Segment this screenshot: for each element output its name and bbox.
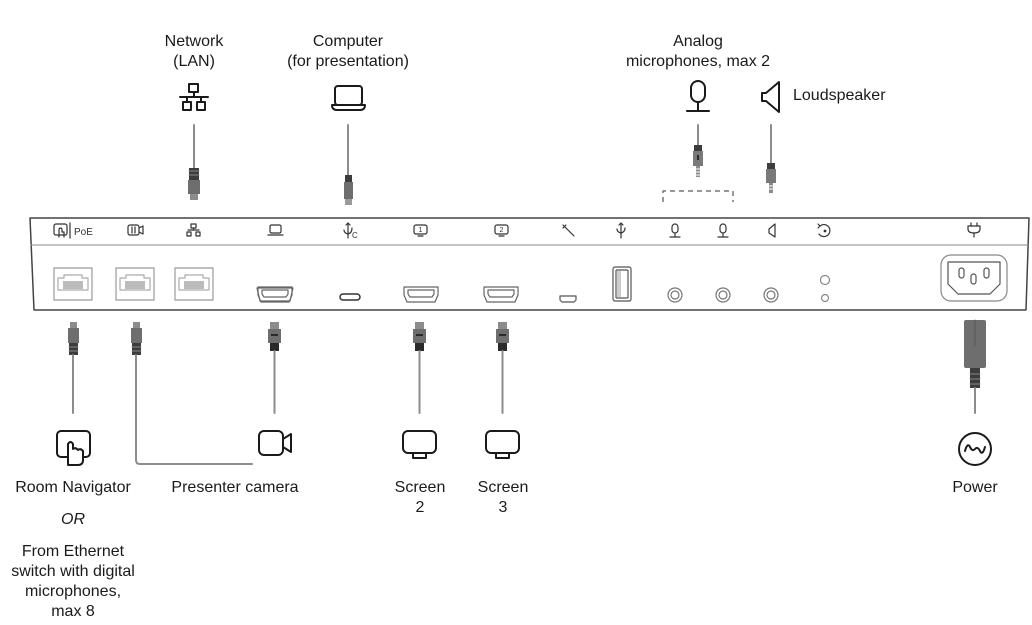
screen-3-monitor-icon: [485, 430, 520, 459]
rear-panel: [29, 217, 1030, 311]
screen-2-monitor-icon: [402, 430, 437, 459]
room-navigator-icon: [56, 430, 91, 466]
speaker-icon: [761, 81, 780, 113]
screen-1-number: 1: [419, 227, 423, 234]
lan-cable: [188, 124, 200, 200]
screen-2-number: 2: [500, 227, 504, 234]
power-cable: [964, 319, 986, 414]
network-icon: [179, 83, 209, 111]
microphone-icon: [686, 80, 710, 112]
hdmi-in-cable: [268, 322, 281, 414]
ac-power-icon: [958, 432, 992, 466]
connection-diagram: PoE C 1 2: [29, 80, 1030, 466]
presenter-camera-cable: [131, 322, 253, 465]
mic-splitter-bracket: [662, 190, 734, 202]
usb-c-cable: [344, 124, 353, 205]
mic-cable: [693, 124, 703, 177]
poe-text: PoE: [74, 227, 93, 238]
room-navigator-cable: [68, 322, 79, 414]
usb-c-text: C: [352, 231, 358, 240]
laptop-icon: [331, 85, 366, 111]
screen-2-cable: [413, 322, 426, 414]
screen-3-cable: [496, 322, 509, 414]
video-camera-icon: [258, 430, 292, 456]
speaker-cable: [766, 124, 776, 193]
